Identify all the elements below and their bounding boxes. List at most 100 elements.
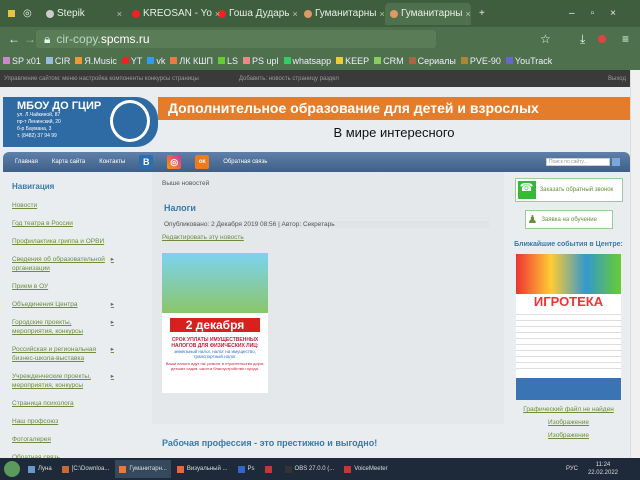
tab-gum1[interactable]: Гуманитарны ×: [299, 3, 385, 25]
taskbar-item[interactable]: VoiceMeeter: [340, 460, 391, 478]
sidebar-item[interactable]: Год театра в России: [12, 219, 142, 228]
taskbar-item[interactable]: [261, 460, 279, 478]
sidebar-title: Навигация: [12, 182, 55, 191]
window-controls[interactable]: –▫×: [569, 8, 632, 19]
url-input[interactable]: 🔒︎ cir-copy.spcms.ru: [36, 30, 436, 48]
bookmark-item[interactable]: Я.Music: [75, 56, 117, 66]
close-icon[interactable]: ×: [293, 9, 298, 19]
sidebar-item[interactable]: Учрежденческие проекты, мероприятия, кон…: [12, 372, 142, 390]
close-icon[interactable]: ×: [379, 9, 384, 19]
close-icon[interactable]: ×: [215, 9, 220, 19]
taskbar-label: Визуальный ...: [186, 466, 228, 472]
tab-kreosan[interactable]: KREOSAN - Yo ×: [127, 3, 220, 25]
logout-link[interactable]: Выход: [608, 76, 626, 82]
new-tab-button[interactable]: +: [479, 8, 485, 19]
sidebar-item[interactable]: Городские проекты, мероприятия, конкурсы…: [12, 318, 142, 336]
sidebar-item[interactable]: Страница психолога: [12, 399, 142, 408]
sidebar-item-label: Новости: [12, 202, 38, 209]
close-icon[interactable]: ×: [465, 9, 470, 19]
sidebar-item[interactable]: Прием в ОУ: [12, 282, 142, 291]
bookmark-label: vk: [156, 55, 166, 66]
image-link[interactable]: Изображение: [507, 432, 630, 439]
admin-add-links[interactable]: Добавить: новость страницу раздел: [239, 76, 339, 82]
igroteka-poster[interactable]: ИГРОТЕКА: [516, 254, 621, 400]
bookmark-item[interactable]: PS upl: [243, 56, 279, 66]
sidebar-item[interactable]: Новости: [12, 201, 142, 210]
bookmark-label: YouTrack: [514, 55, 553, 66]
edit-news-link[interactable]: Редактировать эту новость: [162, 234, 244, 241]
sidebar-item-label: Российская и региональная бизнес-школа-в…: [12, 346, 96, 362]
tab-stepik[interactable]: Stepik ×: [41, 3, 127, 25]
app-icon: [61, 465, 69, 473]
odnoklassniki-icon[interactable]: ок: [195, 155, 210, 169]
bookmark-item[interactable]: Сериалы: [408, 56, 456, 66]
admin-links[interactable]: Управление сайтом: меню настройка компон…: [4, 76, 199, 82]
scrollbar[interactable]: [630, 70, 640, 458]
sidebar-item[interactable]: Наш профсоюз: [12, 417, 142, 426]
taskbar-item[interactable]: Луна: [24, 460, 56, 478]
banner-title: Дополнительное образование для детей и в…: [158, 97, 630, 120]
nav-home[interactable]: Главная: [15, 159, 38, 165]
bookmark-icon: [218, 57, 225, 64]
enroll-button[interactable]: ♟ Заявка на обучение: [524, 210, 613, 229]
bookmark-item[interactable]: LS: [218, 56, 238, 66]
extension-icon[interactable]: ◎: [23, 8, 41, 19]
bookmark-item[interactable]: CRM: [374, 56, 404, 66]
menu-icon[interactable]: ≡: [622, 32, 629, 46]
taskbar-item[interactable]: [C:\Downloa...: [58, 460, 114, 478]
taskbar-item[interactable]: Визуальный ...: [173, 460, 232, 478]
bookmark-icon: [505, 57, 513, 64]
bookmark-label: ЛК КШП: [179, 55, 213, 66]
taskbar-item[interactable]: Ps: [234, 460, 259, 478]
download-icon[interactable]: ⤓: [580, 32, 585, 47]
nav-sitemap[interactable]: Карта сайта: [52, 159, 85, 165]
search-button[interactable]: [612, 158, 620, 166]
bookmark-item[interactable]: whatsapp: [283, 56, 331, 66]
sidebar-item[interactable]: Объединения Центра ▸: [12, 300, 142, 309]
emblem-icon: [110, 100, 150, 142]
bookmark-star-icon[interactable]: ☆: [540, 32, 551, 46]
person-desk-icon: ♟: [527, 214, 538, 226]
poster-date: 2 декабря: [170, 318, 260, 332]
missing-image-link[interactable]: Графический файл не найден: [507, 406, 630, 413]
image-link[interactable]: Изображение: [507, 419, 630, 426]
search-input[interactable]: Поиск по сайту...: [546, 158, 610, 166]
forward-icon[interactable]: →: [24, 32, 36, 46]
app-icon: [176, 465, 184, 473]
bookmark-label: KEEP: [345, 55, 370, 66]
close-icon[interactable]: ×: [117, 9, 122, 19]
back-icon[interactable]: ←: [8, 32, 20, 46]
sidebar-item[interactable]: Профилактика гриппа и ОРВИ: [12, 237, 142, 246]
taskbar-item[interactable]: OBS 27.0.0 (...: [281, 460, 339, 478]
bookmark-icon: [243, 57, 251, 64]
taskbar-item[interactable]: Гуманитарн...: [115, 460, 171, 478]
events-title: Ближайшие события в Центре:: [514, 241, 623, 248]
extension-icon[interactable]: [598, 35, 606, 43]
bookmark-item[interactable]: ЛК КШП: [170, 56, 213, 66]
article-title[interactable]: Налоги: [164, 203, 196, 213]
bookmark-item[interactable]: PVE-90: [460, 56, 501, 66]
sidebar-item[interactable]: Российская и региональная бизнес-школа-в…: [12, 345, 142, 363]
tab-gum2[interactable]: Гуманитарны ×: [385, 2, 471, 25]
bookmark-item[interactable]: YT: [121, 56, 142, 66]
sidebar-nav: Навигация Новости Год театра в России Проф…: [12, 182, 142, 471]
bookmark-icon: [75, 57, 83, 64]
clock[interactable]: 11:24 22.02.2022: [588, 461, 618, 477]
sidebar-item[interactable]: Фотогалерея: [12, 435, 142, 444]
bookmark-item[interactable]: KEEP: [336, 56, 369, 66]
tab-gosha[interactable]: Гоша Дударь ×: [213, 3, 299, 25]
instagram-icon[interactable]: ◎: [167, 155, 182, 169]
article-title[interactable]: Рабочая профессия - это престижно и выго…: [162, 438, 377, 448]
bookmark-item[interactable]: vk: [147, 56, 165, 66]
bookmark-item[interactable]: YouTrack: [505, 55, 553, 66]
bookmark-item[interactable]: SP x01: [3, 56, 41, 66]
nav-contacts[interactable]: Контакты: [99, 159, 125, 165]
callback-button[interactable]: ☎ Заказать обратный звонок: [514, 178, 623, 202]
bookmark-item[interactable]: CIR: [45, 56, 70, 66]
poster-text: Ваши налоги идут на: ремонт и строительс…: [165, 361, 265, 371]
start-button[interactable]: [4, 461, 20, 477]
sidebar-item[interactable]: Сведения об образовательной организации ▸: [12, 255, 142, 273]
vk-icon[interactable]: В: [139, 155, 154, 169]
nav-feedback[interactable]: Обратная связь: [223, 159, 267, 165]
language-indicator[interactable]: РУС: [566, 466, 578, 472]
